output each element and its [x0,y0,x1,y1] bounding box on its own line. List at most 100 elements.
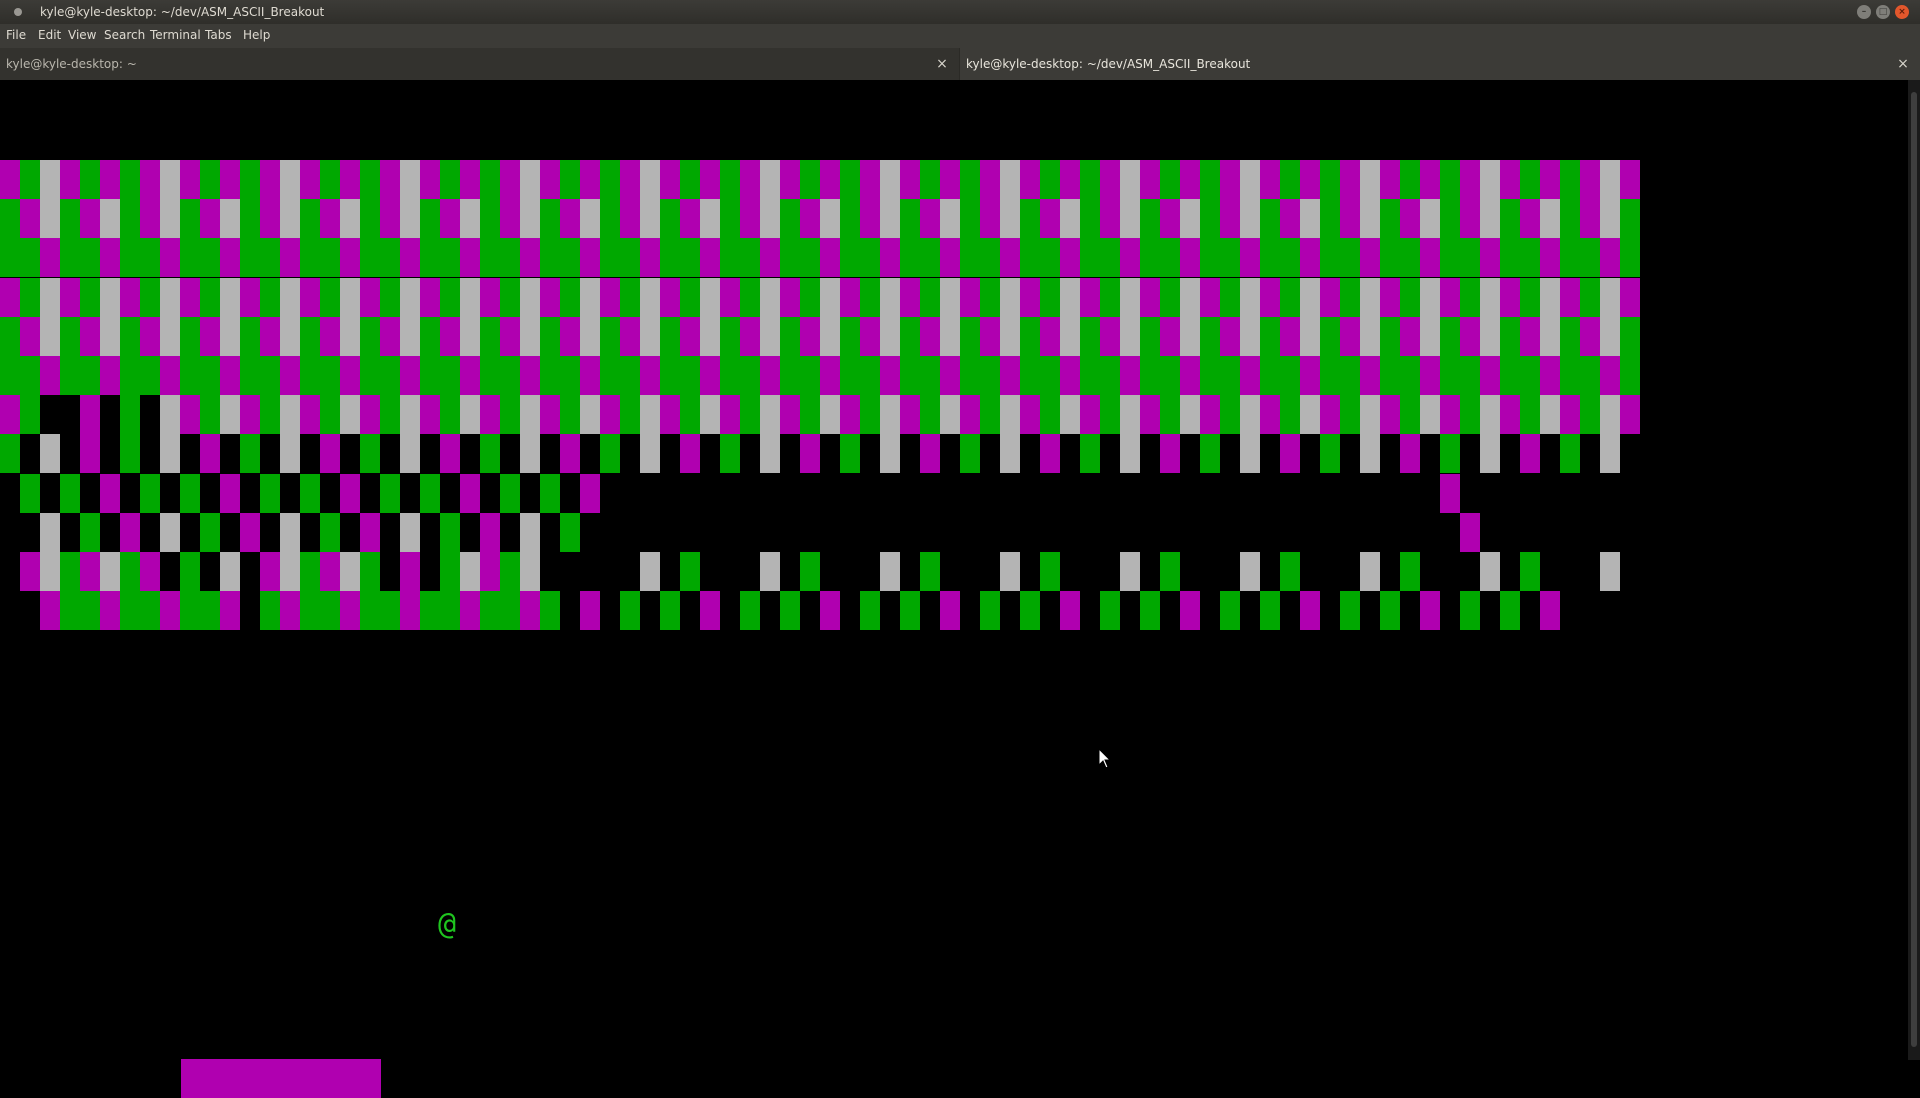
brick [720,395,740,435]
brick [940,277,960,317]
brick [200,160,220,199]
brick [640,199,660,239]
brick [580,160,600,199]
tab-home[interactable]: kyle@kyle-desktop: ~ × [0,48,959,80]
brick [520,199,540,239]
brick [1460,199,1480,239]
brick [520,591,540,631]
menu-edit[interactable]: Edit [38,28,61,42]
brick [1000,238,1020,278]
brick [660,356,680,395]
menu-file[interactable]: File [6,28,26,42]
scrollbar-thumb[interactable] [1911,92,1917,1047]
maximize-icon[interactable]: □ [1876,5,1890,19]
brick [360,356,380,395]
brick [700,395,720,435]
close-window-icon[interactable]: × [1895,5,1909,19]
brick [1500,199,1520,239]
brick [900,160,920,199]
brick [460,277,480,317]
brick [400,199,420,239]
window-menu-icon[interactable] [14,8,22,16]
tab-breakout[interactable]: kyle@kyle-desktop: ~/dev/ASM_ASCII_Break… [960,48,1920,80]
menu-view[interactable]: View [68,28,96,42]
brick [400,591,420,631]
brick [1400,160,1420,199]
brick [1000,277,1020,317]
brick [700,591,720,631]
brick [360,160,380,199]
brick [1000,199,1020,239]
brick [580,277,600,317]
terminal-area[interactable]: @ [0,80,1908,1098]
brick [480,434,500,474]
brick [440,160,460,199]
brick [320,552,340,591]
brick [1460,395,1480,435]
menu-tabs[interactable]: Tabs [205,28,232,42]
brick [380,591,400,631]
brick [120,356,140,395]
brick [540,199,560,239]
brick [260,277,280,317]
brick [1020,277,1040,317]
menu-terminal[interactable]: Terminal [150,28,201,42]
brick [340,316,360,356]
brick [120,591,140,631]
brick [960,277,980,317]
brick [240,356,260,395]
brick [860,356,880,395]
brick [180,395,200,435]
brick [800,277,820,317]
menu-search[interactable]: Search [104,28,145,42]
brick [240,434,260,474]
brick [500,238,520,278]
brick [820,395,840,435]
brick [140,316,160,356]
brick [1340,277,1360,317]
close-tab-icon[interactable]: × [935,48,949,80]
menu-help[interactable]: Help [243,28,270,42]
brick [640,395,660,435]
brick [1160,316,1180,356]
brick [1620,277,1640,317]
brick [1200,316,1220,356]
brick [280,591,300,631]
brick [340,199,360,239]
brick [940,160,960,199]
brick [440,356,460,395]
brick [1140,160,1160,199]
brick [1400,238,1420,278]
brick [600,356,620,395]
brick [220,199,240,239]
brick [280,552,300,591]
brick [80,160,100,199]
tab-label: kyle@kyle-desktop: ~ [6,57,137,71]
brick [300,473,320,513]
brick [300,395,320,435]
brick [1080,160,1100,199]
close-tab-icon[interactable]: × [1896,48,1910,80]
brick [920,316,940,356]
brick [0,434,20,474]
brick [1500,160,1520,199]
brick [680,160,700,199]
brick [1440,356,1460,395]
brick [740,160,760,199]
brick [0,356,20,395]
minimize-icon[interactable]: – [1857,5,1871,19]
brick [740,395,760,435]
scrollbar[interactable] [1908,80,1920,1060]
brick [280,238,300,278]
brick [580,473,600,513]
brick [400,277,420,317]
brick [400,160,420,199]
brick [1200,434,1220,474]
brick [1000,316,1020,356]
brick [460,238,480,278]
brick [1600,160,1620,199]
brick [680,552,700,591]
brick [680,434,700,474]
brick [400,356,420,395]
brick [540,395,560,435]
